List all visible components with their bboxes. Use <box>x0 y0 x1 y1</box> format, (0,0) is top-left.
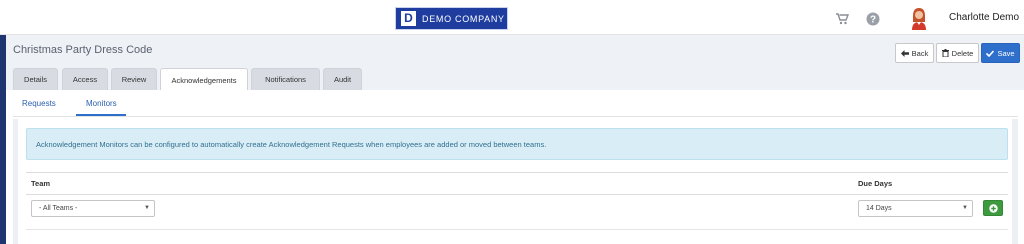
subtab-divider <box>13 116 1018 117</box>
table-row-divider <box>26 229 1008 230</box>
due-days-select-value: 14 Days <box>866 205 892 212</box>
tab-review[interactable]: Review <box>111 68 157 90</box>
plus-circle-icon <box>988 203 998 213</box>
delete-label: Delete <box>951 48 974 58</box>
top-bar: D DEMO COMPANY ? Charlotte Demo <box>0 0 1024 35</box>
page-title: Christmas Party Dress Code <box>13 44 153 56</box>
save-label: Save <box>997 48 1015 58</box>
column-header-due-days: Due Days <box>858 179 893 188</box>
column-header-team: Team <box>31 179 51 188</box>
active-subtab-indicator <box>76 114 126 116</box>
tab-audit[interactable]: Audit <box>323 68 362 90</box>
help-icon[interactable]: ? <box>866 12 880 26</box>
trash-icon <box>941 49 949 57</box>
info-message: Acknowledgement Monitors can be configur… <box>36 139 547 149</box>
back-button[interactable]: Back <box>895 43 934 63</box>
tab-notifications[interactable]: Notifications <box>251 68 320 90</box>
page-header <box>6 35 1024 90</box>
arrow-left-icon <box>900 49 909 57</box>
team-select-value: - All Teams - <box>39 205 78 212</box>
logo-mark: D <box>401 11 416 26</box>
dropdown-arrow-icon: ▼ <box>962 205 968 211</box>
subtab-requests[interactable]: Requests <box>22 99 56 108</box>
table-divider-header <box>26 194 1008 195</box>
dropdown-arrow-icon: ▼ <box>144 205 150 211</box>
team-select[interactable]: - All Teams - ▼ <box>31 200 155 217</box>
tab-access[interactable]: Access <box>62 68 108 90</box>
info-alert: Acknowledgement Monitors can be configur… <box>26 128 1008 160</box>
tab-details[interactable]: Details <box>13 68 58 90</box>
delete-button[interactable]: Delete <box>936 43 979 63</box>
back-label: Back <box>911 48 929 58</box>
avatar[interactable] <box>907 6 931 30</box>
cart-icon[interactable] <box>835 12 849 26</box>
check-icon <box>986 49 995 57</box>
subtab-monitors[interactable]: Monitors <box>86 99 117 108</box>
company-logo[interactable]: D DEMO COMPANY <box>395 7 508 30</box>
user-name[interactable]: Charlotte Demo <box>949 12 1019 23</box>
add-monitor-button[interactable] <box>983 200 1003 216</box>
due-days-select[interactable]: 14 Days ▼ <box>858 200 973 217</box>
svg-text:?: ? <box>870 15 876 26</box>
table-divider-top <box>26 172 1008 173</box>
save-button[interactable]: Save <box>981 43 1020 63</box>
logo-text: DEMO COMPANY <box>422 13 505 24</box>
tab-acknowledgements[interactable]: Acknowledgements <box>160 68 248 91</box>
